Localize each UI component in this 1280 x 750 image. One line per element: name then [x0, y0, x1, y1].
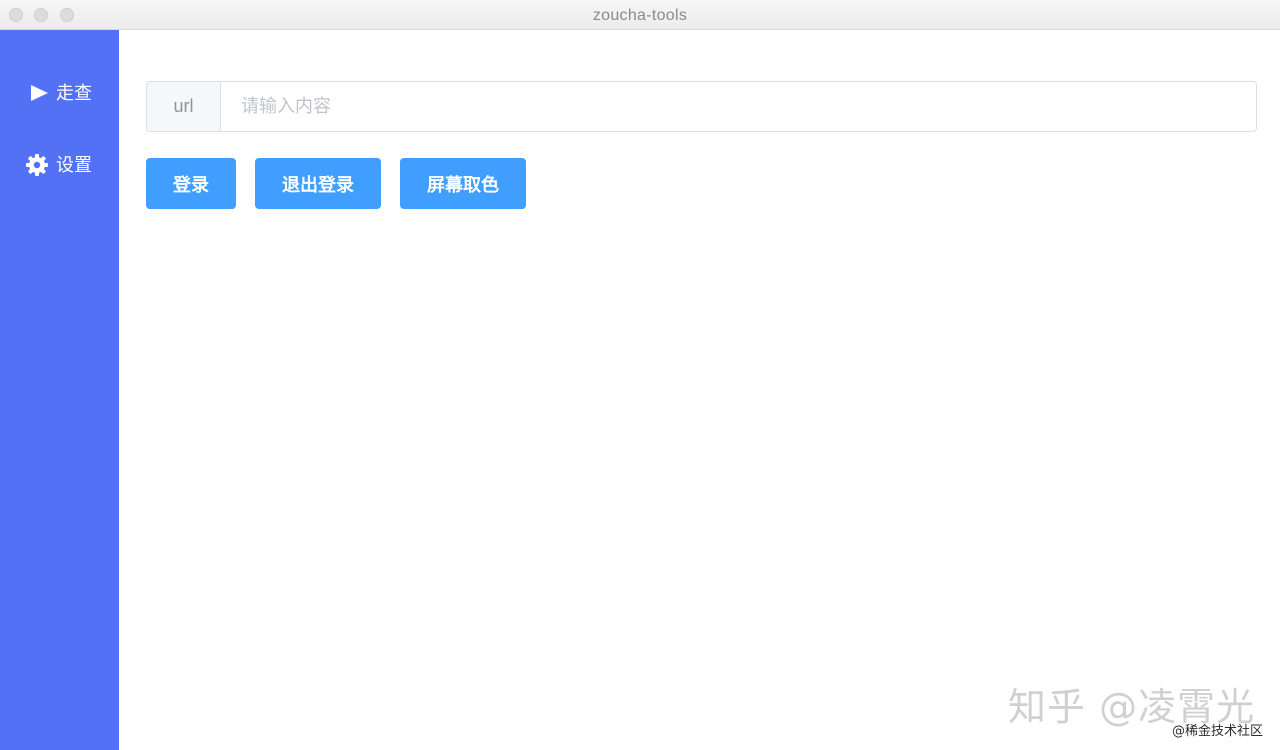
play-icon — [28, 81, 52, 105]
logout-button[interactable]: 退出登录 — [255, 158, 381, 209]
screen-color-picker-button[interactable]: 屏幕取色 — [400, 158, 526, 209]
url-prefix-label: url — [147, 82, 221, 131]
url-input[interactable] — [222, 82, 1256, 131]
watermark-sub: @稀金技术社区 — [1172, 724, 1264, 739]
window-title: zoucha-tools — [592, 7, 688, 24]
sidebar: 走查 设置 — [0, 30, 119, 750]
app-window: zoucha-tools 走查 设置 url 请输入内容 登录 退出登录 屏幕取… — [0, 0, 1280, 750]
sidebar-item-walkthrough[interactable]: 走查 — [0, 72, 119, 112]
gear-icon — [25, 153, 49, 177]
sidebar-item-label: 设置 — [56, 155, 92, 175]
title-bar: zoucha-tools — [0, 0, 1280, 30]
sidebar-item-label: 走查 — [56, 83, 92, 103]
sidebar-item-settings[interactable]: 设置 — [0, 144, 119, 184]
url-input-group: url — [146, 81, 1257, 132]
login-button[interactable]: 登录 — [146, 158, 236, 209]
